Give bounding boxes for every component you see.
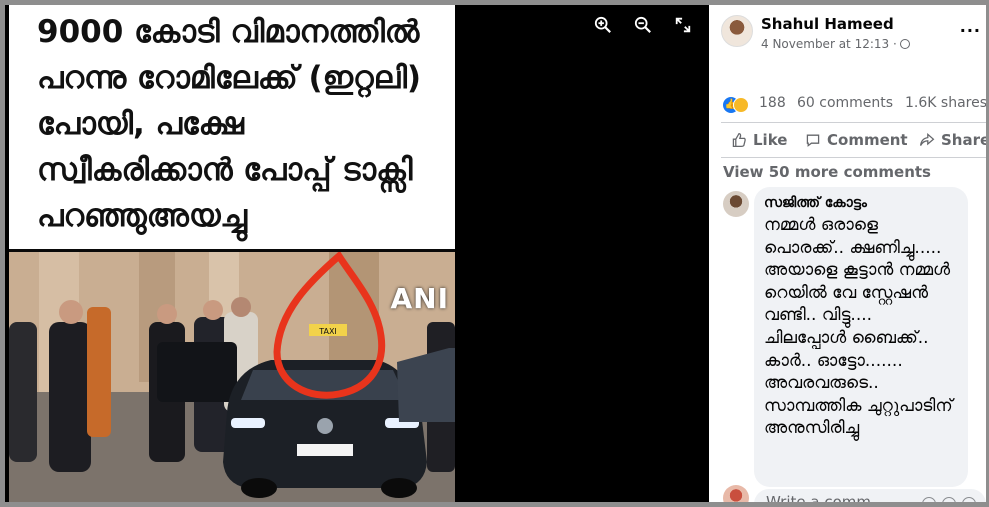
- comments-count[interactable]: 60 comments: [797, 95, 893, 111]
- shares-count[interactable]: 1.6K shares: [905, 95, 986, 111]
- like-button[interactable]: Like: [731, 131, 787, 149]
- like-label: Like: [753, 131, 788, 149]
- comment-icon: [806, 134, 820, 147]
- zoom-out-icon[interactable]: [631, 13, 655, 37]
- current-user-avatar: [723, 485, 749, 502]
- comment-text: നമ്മൾ ഒരാളെ പൊരക്ക്.. ക്ഷണിച്ചു..... അയാ…: [764, 215, 953, 439]
- post-header: Shahul Hameed 4 November at 12:13 · ···: [721, 13, 981, 59]
- author-name[interactable]: Shahul Hameed: [761, 15, 894, 33]
- haha-reaction-icon: [733, 97, 749, 113]
- divider-top: [721, 122, 986, 123]
- share-button[interactable]: Share: [919, 131, 986, 149]
- view-more-comments[interactable]: View 50 more comments: [723, 163, 931, 181]
- taxi-sign: TAXI: [318, 327, 337, 336]
- camera-icon[interactable]: [942, 497, 956, 502]
- divider-bottom: [721, 157, 986, 158]
- comment-bubble: സജിത്ത് കോട്ടം നമ്മൾ ഒരാളെ പൊരക്ക്.. ക്ഷ…: [754, 187, 968, 487]
- write-comment-input[interactable]: Write a comm...: [754, 489, 986, 502]
- share-label: Share: [941, 131, 986, 149]
- write-comment-placeholder: Write a comm...: [766, 493, 886, 502]
- comment-label: Comment: [827, 131, 908, 149]
- photo-scene: TAXI: [9, 252, 455, 502]
- ani-watermark: ANI: [390, 282, 449, 315]
- post-panel: Shahul Hameed 4 November at 12:13 · ··· …: [709, 5, 986, 502]
- gif-icon[interactable]: [962, 497, 976, 502]
- commenter-avatar[interactable]: [723, 191, 749, 217]
- more-options-icon[interactable]: ···: [960, 21, 981, 40]
- share-icon: [919, 133, 935, 146]
- photo-viewer: 9000 കോടി വിമാനത്തിൽ പറന്നു റോമിലേക്ക് (…: [5, 5, 709, 502]
- author-avatar[interactable]: [721, 15, 753, 47]
- post-date[interactable]: 4 November at 12:13 ·: [761, 37, 910, 51]
- globe-icon: [899, 39, 910, 49]
- news-photo: TAXI ANI: [9, 252, 455, 502]
- fullscreen-icon[interactable]: [671, 13, 695, 37]
- like-icon: [732, 132, 746, 148]
- meme-image: 9000 കോടി വിമാനത്തിൽ പറന്നു റോമിലേക്ക് (…: [9, 5, 455, 502]
- reactions-count[interactable]: 188: [759, 95, 786, 111]
- emoji-icon[interactable]: [922, 497, 936, 502]
- meme-title: 9000 കോടി വിമാനത്തിൽ പറന്നു റോമിലേക്ക് (…: [37, 14, 422, 234]
- viewer-toolbar: [591, 13, 695, 37]
- zoom-in-icon[interactable]: [591, 13, 615, 37]
- commenter-name[interactable]: സജിത്ത് കോട്ടം: [764, 193, 958, 213]
- post-stats: 👍 188 60 comments 1.6K shares: [723, 95, 986, 117]
- post-actions: Like Comment Share: [721, 129, 986, 159]
- comment-tools: [922, 497, 976, 502]
- comment-button[interactable]: Comment: [805, 131, 908, 149]
